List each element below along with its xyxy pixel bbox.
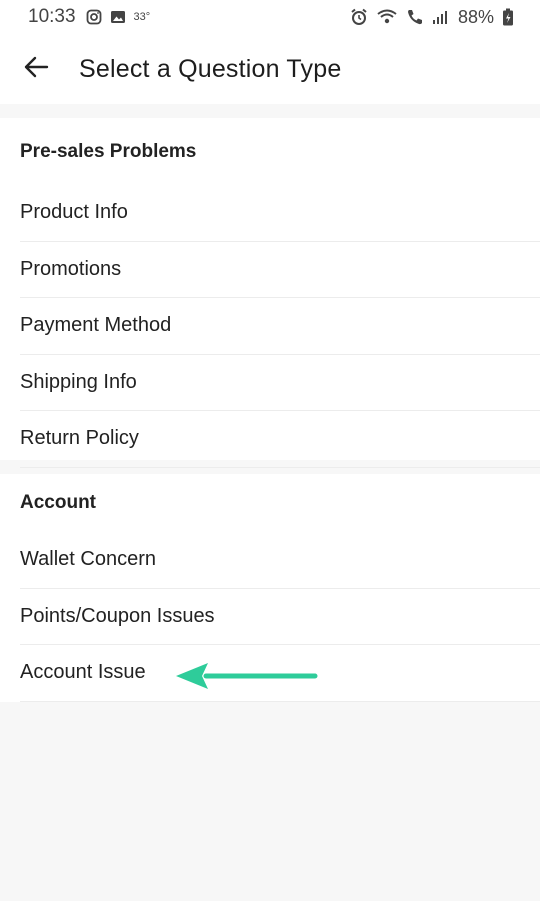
list-item-return-policy[interactable]: Return Policy: [20, 411, 540, 468]
list-item-promotions[interactable]: Promotions: [20, 242, 540, 298]
app-header: Select a Question Type: [0, 34, 540, 104]
gallery-icon: [110, 9, 126, 25]
list-item-payment-method[interactable]: Payment Method: [20, 298, 540, 355]
section-pre-sales: Pre-sales Problems Product Info Promotio…: [0, 118, 540, 468]
alarm-icon: [350, 8, 368, 26]
section-title: Account: [20, 492, 96, 513]
signal-icon: [432, 9, 450, 25]
back-arrow-icon: [23, 56, 49, 83]
page-title: Select a Question Type: [79, 54, 342, 83]
list-item-product-info[interactable]: Product Info: [20, 185, 540, 242]
instagram-icon: [86, 9, 102, 25]
status-time: 10:33: [28, 6, 76, 27]
section-title: Pre-sales Problems: [20, 140, 197, 162]
list-item-shipping-info[interactable]: Shipping Info: [20, 355, 540, 411]
status-temperature: 33°: [133, 11, 151, 23]
annotation-arrow-icon: [172, 660, 322, 699]
list-item-wallet-concern[interactable]: Wallet Concern: [20, 532, 540, 589]
back-button[interactable]: [0, 34, 72, 104]
status-bar-right: 88%: [350, 7, 514, 28]
status-bar-left: 10:33 33°: [28, 6, 150, 28]
status-bar: 10:33 33° 88%: [0, 0, 540, 34]
wifi-calling-icon: [376, 8, 398, 26]
call-icon: [406, 8, 424, 26]
battery-icon: [502, 8, 514, 26]
list-item-points-coupon-issues[interactable]: Points/Coupon Issues: [20, 589, 540, 645]
battery-percent: 88%: [457, 6, 494, 27]
